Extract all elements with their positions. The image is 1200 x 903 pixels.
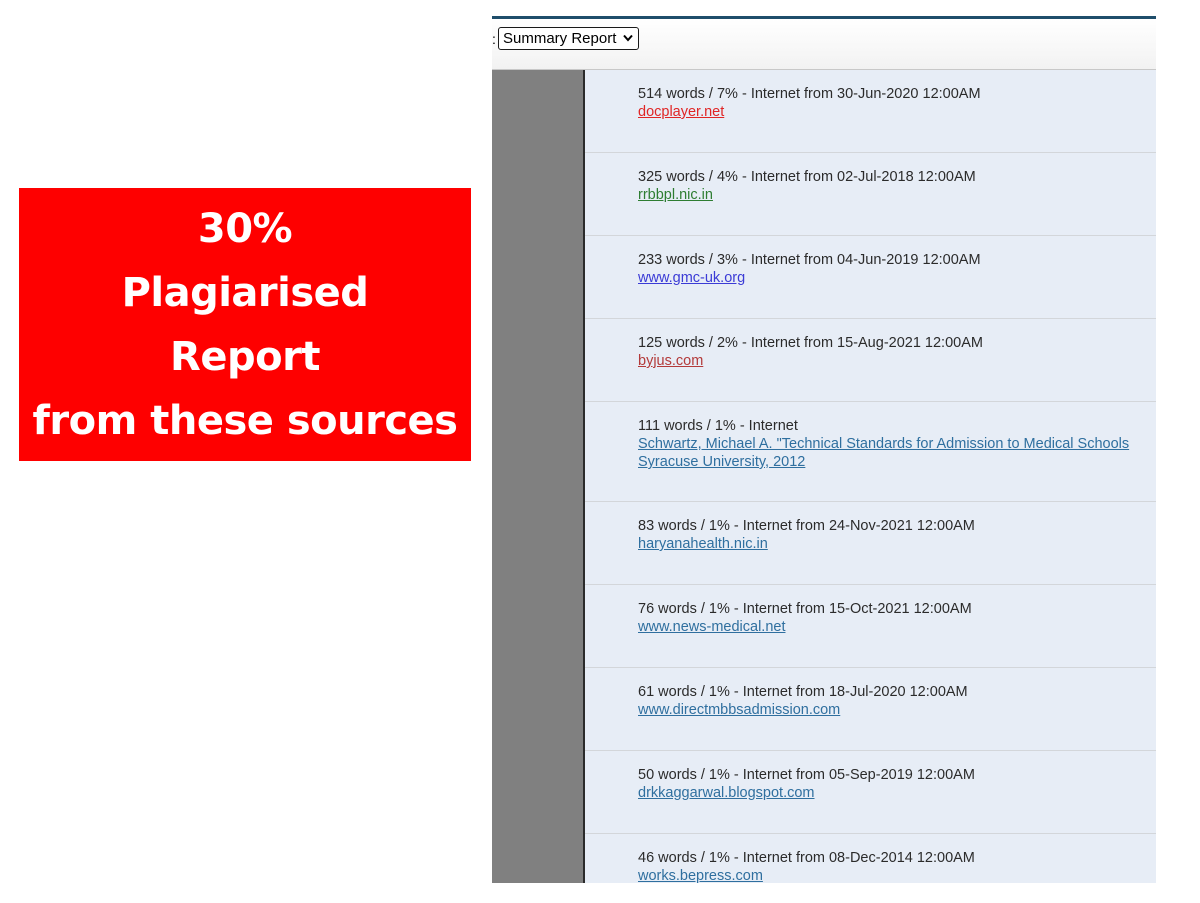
source-meta: 50 words / 1% - Internet from 05-Sep-201… <box>638 767 975 783</box>
source-link[interactable]: byjus.com <box>638 352 1156 370</box>
source-item: 76 words / 1% - Internet from 15-Oct-202… <box>585 585 1156 668</box>
source-link[interactable]: haryanahealth.nic.in <box>638 535 1156 553</box>
source-meta: 46 words / 1% - Internet from 08-Dec-201… <box>638 850 975 866</box>
callout-percentage: 30% <box>197 205 293 252</box>
source-item: 111 words / 1% - Internet Schwartz, Micha… <box>585 402 1156 502</box>
source-link[interactable]: Schwartz, Michael A. "Technical Standard… <box>638 435 1156 453</box>
source-link[interactable]: www.gmc-uk.org <box>638 269 1156 287</box>
source-meta: 514 words / 7% - Internet from 30-Jun-20… <box>638 86 981 102</box>
plagiarism-callout: 30% Plagiarised Report from these source… <box>19 188 471 461</box>
source-link[interactable]: rrbbpl.nic.in <box>638 186 1156 204</box>
source-item: 46 words / 1% - Internet from 08-Dec-201… <box>585 834 1156 883</box>
source-meta: 61 words / 1% - Internet from 18-Jul-202… <box>638 684 968 700</box>
toolbar-colon: : <box>492 31 496 47</box>
source-meta: 76 words / 1% - Internet from 15-Oct-202… <box>638 601 972 617</box>
source-item: 325 words / 4% - Internet from 02-Jul-20… <box>585 153 1156 236</box>
callout-line-plagiarised: Plagiarised <box>121 269 369 316</box>
callout-line-report: Report <box>170 333 320 380</box>
source-item: 83 words / 1% - Internet from 24-Nov-202… <box>585 502 1156 585</box>
chevron-down-icon <box>623 34 634 42</box>
source-list: 514 words / 7% - Internet from 30-Jun-20… <box>585 70 1156 883</box>
source-meta: 125 words / 2% - Internet from 15-Aug-20… <box>638 335 983 351</box>
report-toolbar: : Summary Report <box>492 19 1156 70</box>
source-meta: 325 words / 4% - Internet from 02-Jul-20… <box>638 169 976 185</box>
report-type-select-value: Summary Report <box>503 30 617 47</box>
source-item: 125 words / 2% - Internet from 15-Aug-20… <box>585 319 1156 402</box>
source-item: 514 words / 7% - Internet from 30-Jun-20… <box>585 70 1156 153</box>
source-meta: 233 words / 3% - Internet from 04-Jun-20… <box>638 252 981 268</box>
source-link[interactable]: docplayer.net <box>638 103 1156 121</box>
report-type-select[interactable]: Summary Report <box>498 27 640 50</box>
source-link[interactable]: www.news-medical.net <box>638 618 1156 636</box>
source-link[interactable]: works.bepress.com <box>638 867 1156 883</box>
source-item: 61 words / 1% - Internet from 18-Jul-202… <box>585 668 1156 751</box>
source-meta: 111 words / 1% - Internet <box>638 418 798 434</box>
similarity-report-panel: : Summary Report 514 words / 7% - Intern… <box>492 16 1156 883</box>
source-link[interactable]: drkkaggarwal.blogspot.com <box>638 784 1156 802</box>
source-item: 233 words / 3% - Internet from 04-Jun-20… <box>585 236 1156 319</box>
source-item: 50 words / 1% - Internet from 05-Sep-201… <box>585 751 1156 834</box>
source-link[interactable]: Syracuse University, 2012 <box>638 453 1156 471</box>
report-sidebar <box>492 70 585 883</box>
source-meta: 83 words / 1% - Internet from 24-Nov-202… <box>638 518 975 534</box>
callout-line-sources: from these sources <box>32 397 458 444</box>
source-link[interactable]: www.directmbbsadmission.com <box>638 701 1156 719</box>
